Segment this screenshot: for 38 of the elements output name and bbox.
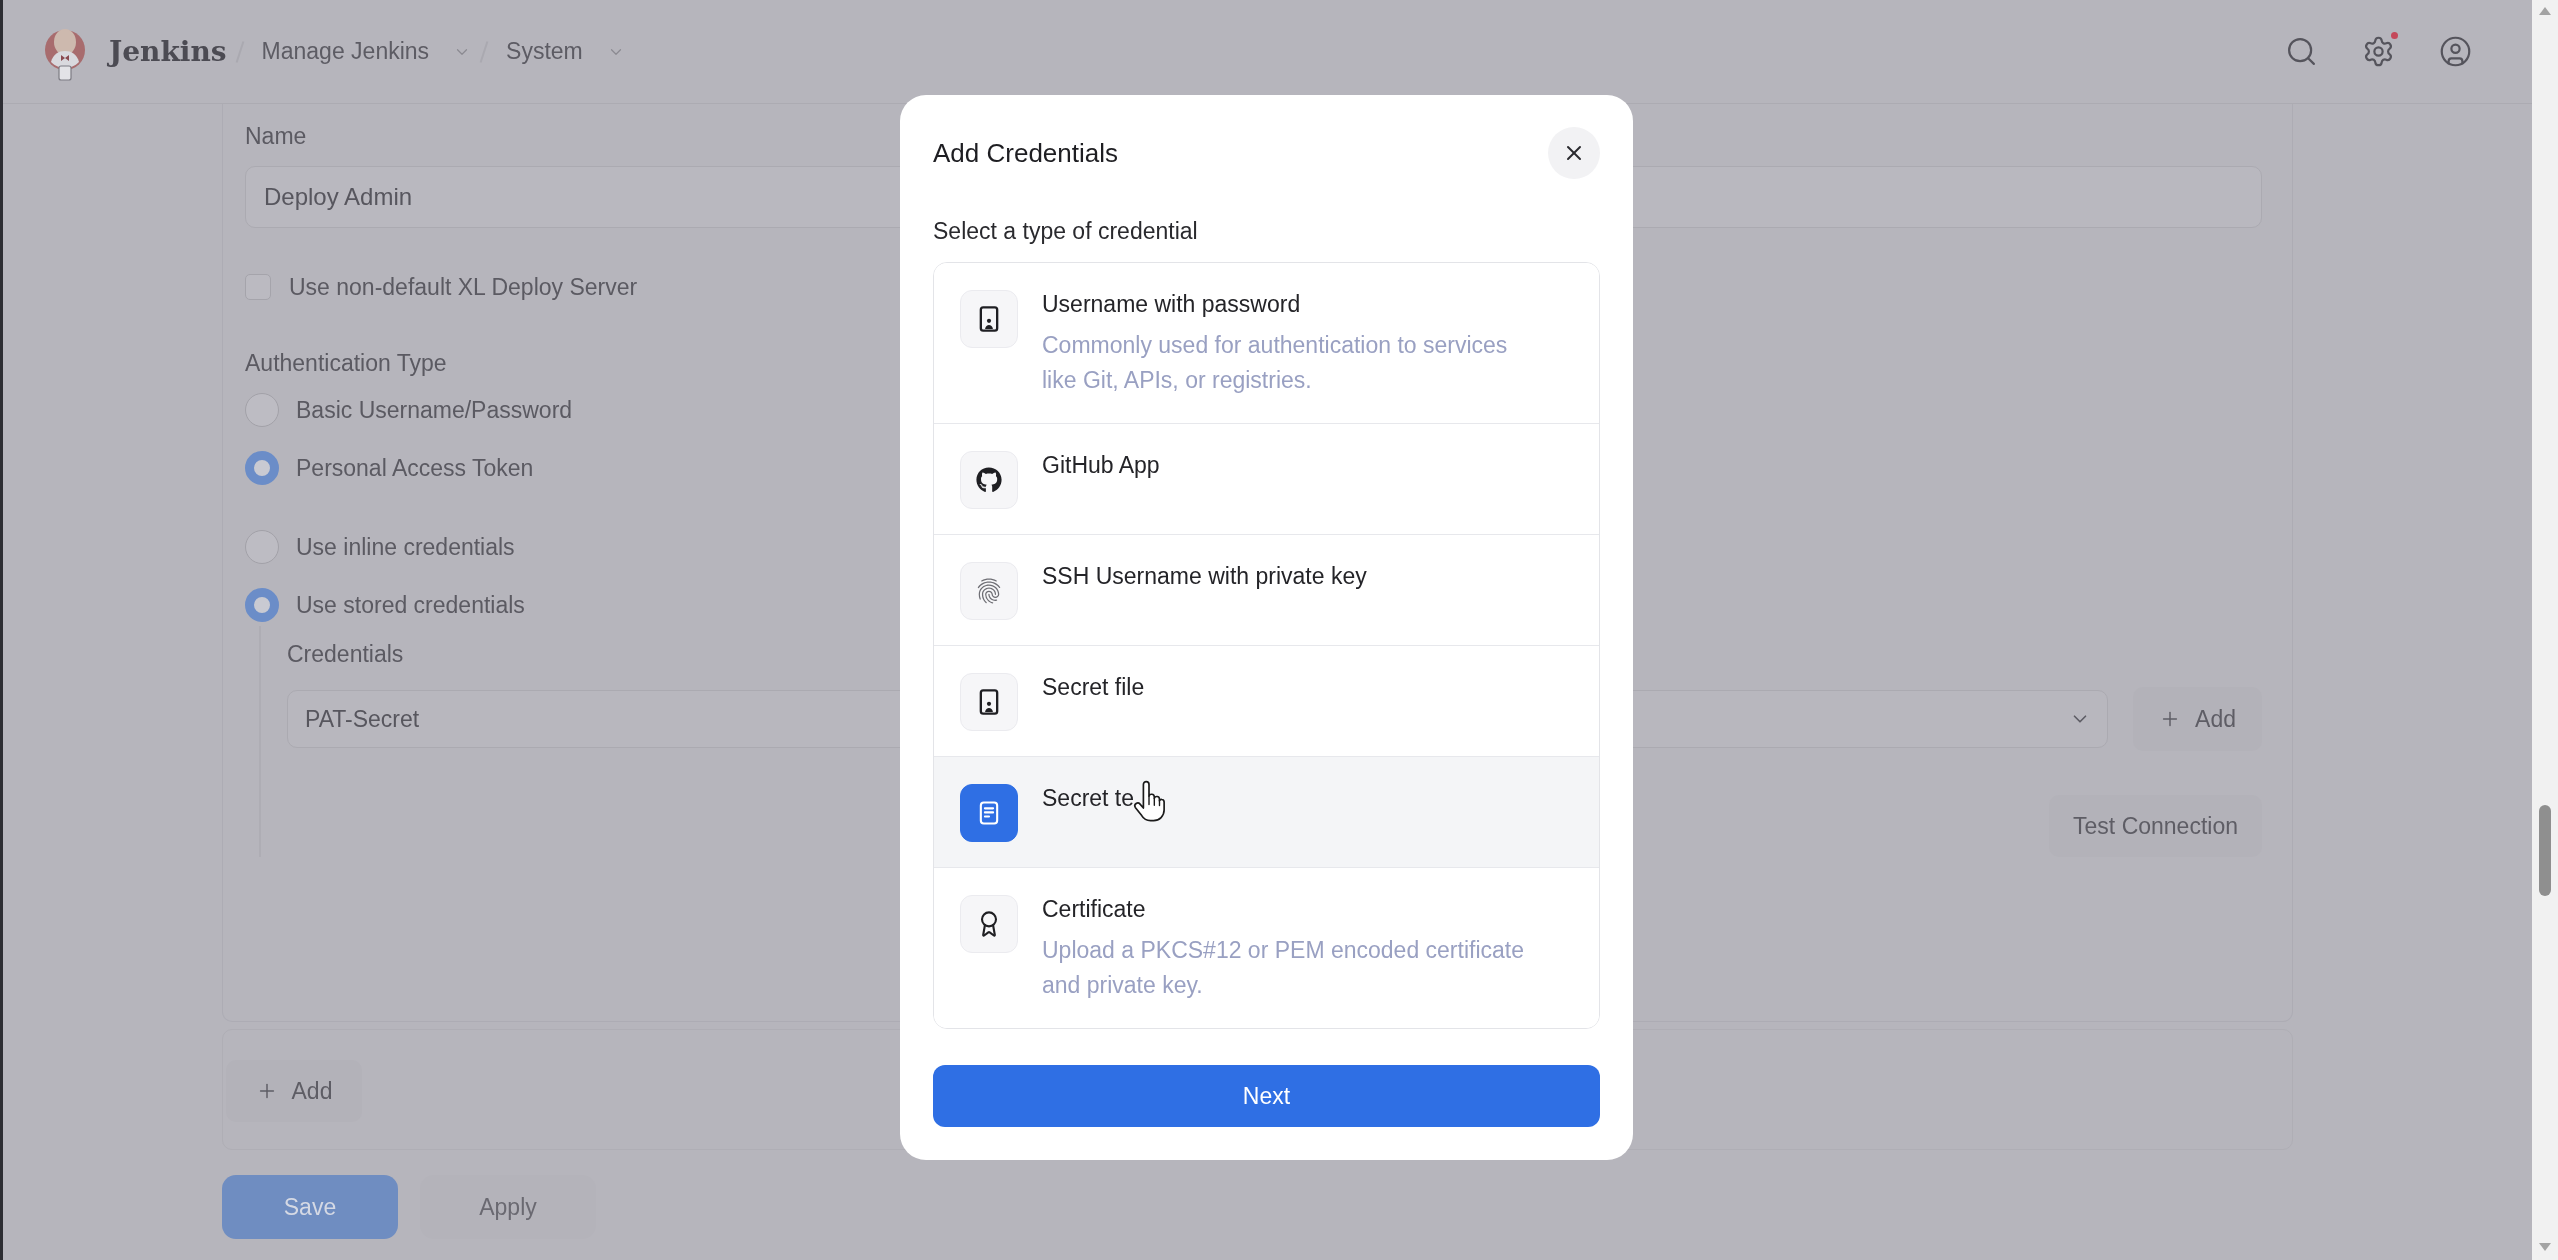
field-label: Name: [245, 122, 308, 150]
scroll-up-arrow-icon[interactable]: [2538, 6, 2552, 16]
credential-type-title: Certificate: [1042, 895, 1146, 923]
credential-type-item[interactable]: Secret te: [934, 756, 1599, 867]
user-account-icon[interactable]: [2439, 35, 2472, 68]
credential-type-title: Secret file: [1042, 673, 1145, 701]
radio-label: Use stored credentials: [296, 591, 525, 619]
radio-label: Personal Access Token: [296, 454, 534, 482]
credential-type-title: Username with password: [1042, 290, 1301, 318]
search-icon[interactable]: [2285, 35, 2318, 68]
save-button[interactable]: Save: [222, 1175, 398, 1239]
field-label: Credentials: [287, 640, 405, 668]
scrollbar[interactable]: [2532, 0, 2558, 1260]
radio-label: Use inline credentials: [296, 533, 515, 561]
credential-type-description: Commonly used for authentication to services like Git, APIs, or registries.: [1042, 331, 1509, 395]
radio-button[interactable]: [245, 451, 279, 485]
settings-icon[interactable]: [2362, 35, 2395, 68]
credential-type-title: Secret te: [1042, 784, 1135, 812]
credential-type-item[interactable]: Certificate Upload a PKCS#12 or PEM encoded certificate and private key.: [934, 867, 1599, 1028]
next-button[interactable]: Next: [933, 1065, 1600, 1127]
scrollbar-thumb[interactable]: [2539, 805, 2551, 896]
radio-button[interactable]: [245, 530, 279, 564]
radio-button[interactable]: [245, 588, 279, 622]
close-button[interactable]: [1548, 127, 1600, 179]
breadcrumb-link[interactable]: Manage Jenkins: [261, 38, 430, 65]
credential-type-title: GitHub App: [1042, 451, 1160, 479]
dialog-title: Add Credentials: [933, 137, 1118, 169]
field-label: Authentication Type: [245, 349, 448, 377]
brand-link[interactable]: Jenkins: [109, 35, 227, 68]
radio-button[interactable]: [245, 393, 279, 427]
scroll-down-arrow-icon[interactable]: [2538, 1242, 2552, 1252]
github-icon: [976, 467, 1002, 493]
radio-label: Basic Username/Password: [296, 396, 573, 424]
credential-type-description: Upload a PKCS#12 or PEM encoded certificate and private key.: [1042, 936, 1525, 1000]
hand-cursor-icon: [1132, 780, 1167, 822]
checkbox-label: Use non-default XL Deploy Server: [289, 273, 638, 301]
credential-type-title: SSH Username with private key: [1042, 562, 1367, 590]
breadcrumb-link[interactable]: System: [506, 38, 583, 65]
